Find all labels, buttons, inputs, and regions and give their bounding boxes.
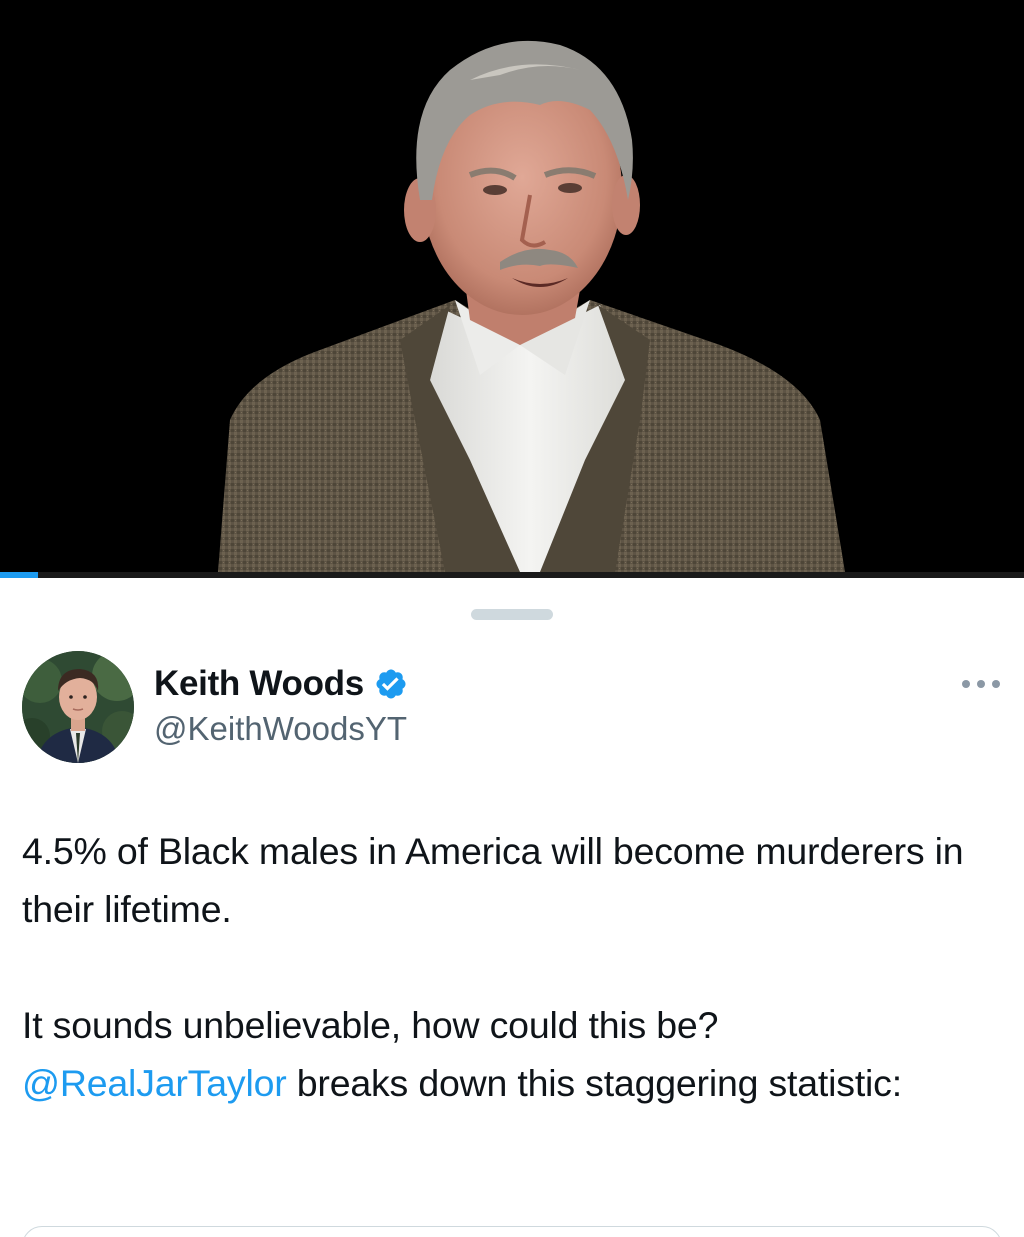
author-name-row[interactable]: Keith Woods (154, 662, 408, 706)
video-progress-bar[interactable] (0, 572, 1024, 578)
author-avatar[interactable] (22, 651, 134, 763)
video-frame-image (0, 0, 1024, 572)
sheet-grabber-handle[interactable] (471, 609, 553, 620)
tweet-text: 4.5% of Black males in America will beco… (22, 822, 982, 1112)
more-dot (962, 680, 970, 688)
tweet-detail-screen: Keith Woods @KeithWoodsYT 4.5% of Black … (0, 0, 1024, 1237)
tweet-paragraph-1: 4.5% of Black males in America will beco… (22, 830, 964, 930)
embedded-card[interactable] (22, 1226, 1002, 1237)
video-progress-fill (0, 572, 38, 578)
mention-link[interactable]: @RealJarTaylor (22, 1062, 287, 1104)
tweet-paragraph-2-line-1: It sounds unbelievable, how could this b… (22, 1004, 719, 1046)
more-options-icon[interactable] (958, 670, 1004, 698)
verified-badge-icon (376, 669, 406, 699)
more-dot (977, 680, 985, 688)
more-dot (992, 680, 1000, 688)
tweet-paragraph-2-rest: breaks down this staggering statistic: (286, 1062, 902, 1104)
tweet-paragraph-2: It sounds unbelievable, how could this b… (22, 996, 982, 1112)
author-handle[interactable]: @KeithWoodsYT (154, 710, 407, 748)
video-player[interactable] (0, 0, 1024, 578)
author-name[interactable]: Keith Woods (154, 664, 364, 704)
